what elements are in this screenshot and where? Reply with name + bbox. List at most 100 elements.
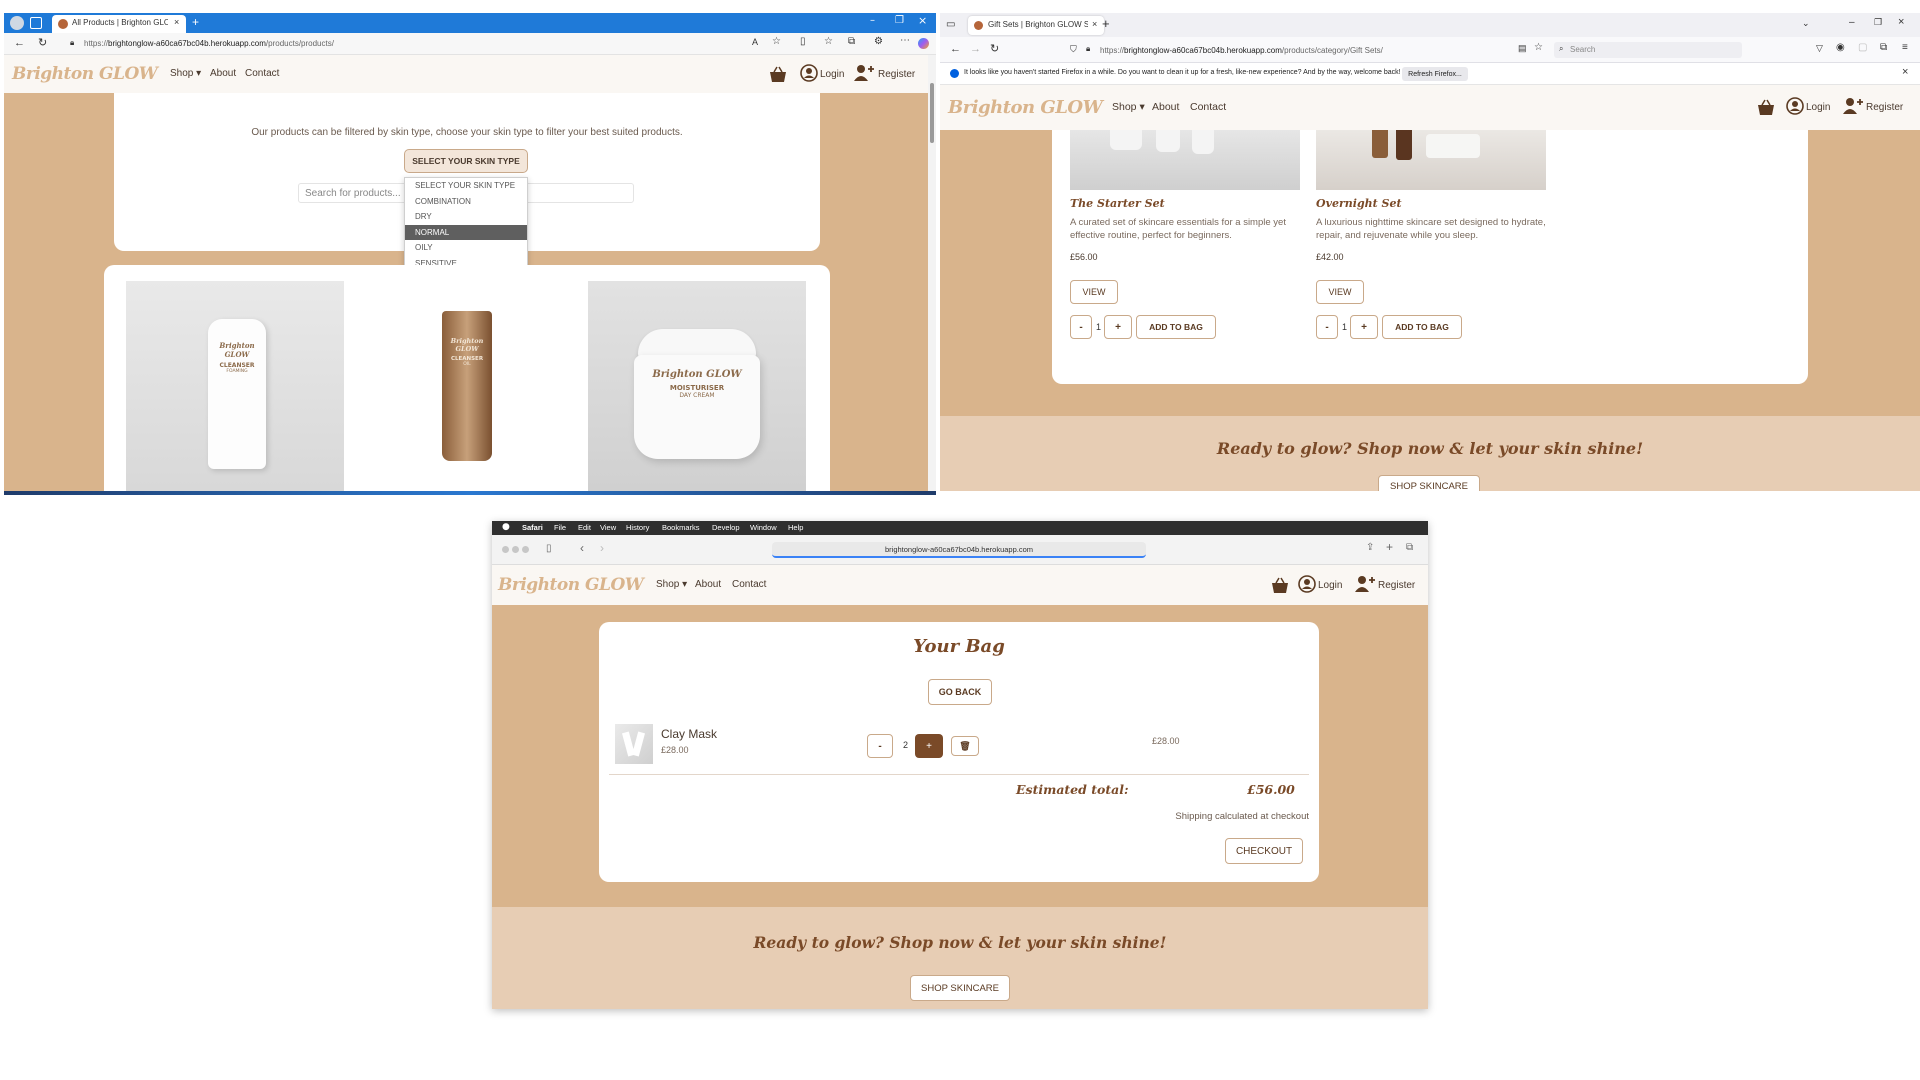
product-image[interactable] [1070, 130, 1300, 190]
maximize-icon[interactable]: ❐ [1874, 17, 1882, 28]
nav-about[interactable]: About [695, 579, 721, 590]
option-dry[interactable]: DRY [405, 209, 527, 225]
site-logo[interactable]: Brighton GLOW [498, 575, 644, 595]
site-logo[interactable]: Brighton GLOW [12, 64, 158, 84]
copilot-icon[interactable] [918, 38, 929, 49]
product-name[interactable]: Overnight Set [1316, 197, 1402, 210]
menu-file[interactable]: File [554, 523, 566, 532]
tab-actions-icon[interactable] [30, 17, 42, 29]
site-logo[interactable]: Brighton GLOW [948, 97, 1103, 118]
menu-help[interactable]: Help [788, 523, 803, 532]
qty-decrease-button[interactable]: - [1070, 315, 1092, 339]
new-tab-icon[interactable]: + [1102, 16, 1110, 31]
forward-icon[interactable]: › [600, 541, 604, 555]
basket-icon[interactable] [1270, 577, 1290, 594]
address-bar[interactable]: brightonglow-a60ca67bc04b.herokuapp.com [772, 542, 1146, 558]
extension-icon[interactable]: ▢ [1858, 42, 1867, 53]
view-button[interactable]: VIEW [1070, 280, 1118, 304]
scrollbar[interactable] [928, 55, 936, 495]
menu-bookmarks[interactable]: Bookmarks [662, 523, 700, 532]
search-box[interactable]: ⌕ Search [1554, 42, 1742, 58]
share-icon[interactable]: ⇪ [1366, 542, 1374, 553]
user-plus-icon[interactable] [853, 64, 875, 82]
maximize-icon[interactable]: ❐ [895, 15, 904, 26]
minimize-traffic-light[interactable] [512, 546, 519, 553]
nav-contact[interactable]: Contact [1190, 101, 1226, 113]
extensions-icon[interactable]: ⚙ [874, 36, 883, 47]
qty-increase-button[interactable]: + [915, 734, 943, 758]
scrollbar-thumb[interactable] [930, 83, 934, 143]
option-combination[interactable]: COMBINATION [405, 194, 527, 210]
nav-register[interactable]: Register [1378, 580, 1415, 591]
nav-login[interactable]: Login [820, 69, 844, 80]
checkout-button[interactable]: CHECKOUT [1225, 838, 1303, 864]
close-window-icon[interactable]: × [1898, 16, 1904, 28]
nav-register[interactable]: Register [878, 69, 915, 80]
zoom-traffic-light[interactable] [522, 546, 529, 553]
qty-increase-button[interactable]: + [1104, 315, 1132, 339]
menu-history[interactable]: History [626, 523, 649, 532]
nav-login[interactable]: Login [1318, 580, 1342, 591]
firefox-view-icon[interactable]: ▭ [946, 19, 955, 30]
menu-edit[interactable]: Edit [578, 523, 591, 532]
menu-develop[interactable]: Develop [712, 523, 740, 532]
new-tab-icon[interactable]: + [192, 15, 199, 29]
minimize-icon[interactable]: – [870, 15, 875, 26]
forward-icon[interactable]: → [970, 43, 981, 55]
option-oily[interactable]: OILY [405, 240, 527, 256]
product-image[interactable]: Brighton GLOW CLEANSER FOAMING [126, 281, 344, 491]
user-plus-icon[interactable] [1354, 575, 1376, 593]
item-thumbnail[interactable] [615, 724, 653, 764]
nav-contact[interactable]: Contact [245, 68, 279, 79]
skin-type-select[interactable]: SELECT YOUR SKIN TYPE [404, 149, 528, 173]
bookmark-star-icon[interactable]: ☆ [1534, 42, 1543, 53]
back-icon[interactable]: ← [950, 43, 961, 55]
nav-contact[interactable]: Contact [732, 579, 766, 590]
tab-active[interactable]: All Products | Brighton GLOW Sk × [52, 15, 186, 33]
product-image[interactable]: Brighton GLOW MOISTURISER DAY CREAM [588, 281, 806, 491]
product-image[interactable] [1316, 130, 1546, 190]
nav-shop[interactable]: Shop ▾ [1112, 101, 1145, 113]
user-circle-icon[interactable] [1298, 575, 1316, 593]
qty-decrease-button[interactable]: - [867, 734, 893, 758]
extensions-puzzle-icon[interactable]: ⧉ [1880, 42, 1887, 53]
back-icon[interactable]: ← [14, 37, 25, 49]
account-icon[interactable]: ◉ [1836, 42, 1845, 53]
product-name[interactable]: The Starter Set [1070, 197, 1165, 210]
menu-window[interactable]: Window [750, 523, 777, 532]
view-button[interactable]: VIEW [1316, 280, 1364, 304]
nav-shop[interactable]: Shop ▾ [656, 579, 687, 590]
item-name[interactable]: Clay Mask [661, 727, 717, 741]
favorites-icon[interactable]: ☆ [824, 36, 833, 47]
shop-skincare-button[interactable]: SHOP SKINCARE [910, 975, 1010, 1001]
qty-value[interactable]: 1 [1342, 322, 1347, 332]
add-to-bag-button[interactable]: ADD TO BAG [1136, 315, 1216, 339]
user-circle-icon[interactable] [800, 64, 818, 82]
option-select[interactable]: SELECT YOUR SKIN TYPE [405, 178, 527, 194]
nav-login[interactable]: Login [1806, 102, 1830, 113]
back-icon[interactable]: ‹ [580, 541, 584, 555]
user-plus-icon[interactable] [1842, 97, 1864, 115]
basket-icon[interactable] [1756, 99, 1776, 116]
more-icon[interactable]: ⋯ [900, 35, 910, 46]
nav-about[interactable]: About [210, 68, 236, 79]
option-normal[interactable]: NORMAL [405, 224, 527, 240]
favorite-icon[interactable]: ☆ [772, 36, 781, 47]
new-tab-icon[interactable]: + [1386, 540, 1393, 554]
add-to-bag-button[interactable]: ADD TO BAG [1382, 315, 1462, 339]
close-tab-icon[interactable]: × [174, 17, 179, 27]
remove-item-button[interactable]: 🗑︎ [951, 736, 979, 756]
qty-decrease-button[interactable]: - [1316, 315, 1338, 339]
reload-icon[interactable]: ↻ [38, 36, 47, 49]
product-image[interactable]: Brighton GLOW CLEANSER OIL [358, 281, 576, 491]
split-screen-icon[interactable]: ▯ [800, 36, 806, 47]
qty-value[interactable]: 1 [1096, 322, 1101, 332]
pocket-icon[interactable]: ▽ [1816, 43, 1823, 54]
user-circle-icon[interactable] [1786, 97, 1804, 115]
close-window-icon[interactable]: × [918, 14, 927, 27]
refresh-firefox-button[interactable]: Refresh Firefox... [1402, 67, 1468, 81]
close-notification-icon[interactable]: × [1902, 66, 1908, 78]
sidebar-icon[interactable]: ▯ [546, 543, 552, 554]
shield-icon[interactable]: ⛉ [1070, 44, 1077, 55]
nav-register[interactable]: Register [1866, 102, 1903, 113]
